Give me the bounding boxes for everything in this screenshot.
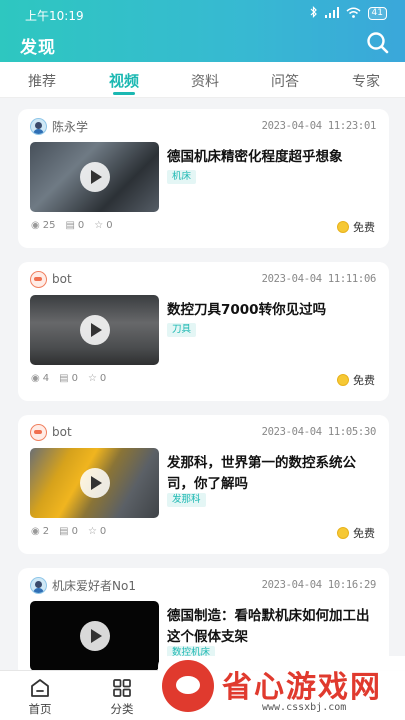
star-count: 0 <box>99 526 107 537</box>
video-thumbnail[interactable] <box>30 448 159 518</box>
eye-icon: ◉ <box>31 220 40 231</box>
star-icon: ☆ <box>94 220 104 231</box>
price-label: 免费 <box>353 527 375 540</box>
video-thumbnail[interactable] <box>30 142 159 212</box>
star-icon: ☆ <box>87 373 97 384</box>
video-thumbnail[interactable] <box>30 601 159 671</box>
watermark-logo <box>162 660 214 712</box>
tab-materials[interactable]: 资料 <box>175 71 235 91</box>
search-icon <box>367 32 389 54</box>
document-icon: ▤ <box>65 220 75 231</box>
video-card[interactable]: bot 2023-04-04 11:11:06 数控刀具7000转你见过吗 刀具… <box>18 262 389 401</box>
video-title[interactable]: 数控刀具7000转你见过吗 <box>167 300 379 321</box>
document-icon: ▤ <box>59 526 69 537</box>
play-icon <box>79 468 110 498</box>
signal-icon <box>324 6 339 21</box>
author-name: bot <box>52 272 72 286</box>
bot-avatar <box>30 423 47 441</box>
bot-avatar <box>30 270 47 288</box>
status-time: 上午10:19 <box>25 9 84 23</box>
view-count: 25 <box>42 220 56 231</box>
category-tabs: 推荐 视频 资料 问答 专家 <box>0 62 405 98</box>
author-name: bot <box>52 425 72 439</box>
card-author[interactable]: bot <box>30 270 72 288</box>
price-badge: 免费 <box>337 372 375 388</box>
star-icon: ☆ <box>87 526 97 537</box>
post-time: 2023-04-04 10:16:29 <box>261 579 377 591</box>
post-time: 2023-04-04 11:23:01 <box>261 120 377 132</box>
post-time: 2023-04-04 11:05:30 <box>261 426 377 438</box>
card-author[interactable]: 机床爱好者No1 <box>30 576 136 594</box>
view-count: 4 <box>42 373 50 384</box>
video-thumbnail[interactable] <box>30 295 159 365</box>
card-author[interactable]: bot <box>30 423 72 441</box>
tab-qa[interactable]: 问答 <box>255 71 315 91</box>
video-title[interactable]: 德国机床精密化程度超乎想象 <box>167 147 379 168</box>
active-tab-indicator <box>113 92 135 95</box>
doc-count: 0 <box>71 373 78 384</box>
person-avatar <box>30 117 47 135</box>
card-stats: ◉ 4 ▤ 0 ☆ 0 <box>31 373 106 384</box>
coin-icon <box>337 221 349 233</box>
status-bar: 上午10:19 41 <box>0 0 405 28</box>
wifi-icon <box>346 7 361 21</box>
grid-icon <box>113 679 131 697</box>
author-name: 机床爱好者No1 <box>52 578 136 593</box>
eye-icon: ◉ <box>31 373 40 384</box>
price-badge: 免费 <box>337 219 375 235</box>
video-card[interactable]: bot 2023-04-04 11:05:30 发那科，世界第一的数控系统公司，… <box>18 415 389 554</box>
doc-count: 0 <box>71 526 78 537</box>
star-count: 0 <box>99 373 107 384</box>
video-tag[interactable]: 发那科 <box>167 493 206 507</box>
bluetooth-icon <box>310 6 318 21</box>
play-icon <box>79 315 110 345</box>
tab-video[interactable]: 视频 <box>94 70 154 91</box>
author-name: 陈永学 <box>52 119 89 134</box>
price-badge: 免费 <box>337 525 375 541</box>
video-title[interactable]: 德国制造：看哈默机床如何加工出这个假体支架 <box>167 606 379 648</box>
app-header: 上午10:19 41 发现 <box>0 0 405 62</box>
play-icon <box>79 162 110 192</box>
nav-category-label: 分类 <box>110 702 134 716</box>
video-tag[interactable]: 刀具 <box>167 323 197 337</box>
card-stats: ◉ 25 ▤ 0 ☆ 0 <box>31 220 113 231</box>
page-title: 发现 <box>20 38 56 58</box>
video-card[interactable]: 陈永学 2023-04-04 11:23:01 德国机床精密化程度超乎想象 机床… <box>18 109 389 248</box>
post-time: 2023-04-04 11:11:06 <box>261 273 377 285</box>
document-icon: ▤ <box>59 373 69 384</box>
coin-icon <box>337 374 349 386</box>
search-button[interactable] <box>365 30 391 56</box>
coin-icon <box>337 527 349 539</box>
star-count: 0 <box>106 220 113 231</box>
video-title[interactable]: 发那科，世界第一的数控系统公司，你了解吗 <box>167 453 379 495</box>
nav-category[interactable]: 分类 <box>92 675 152 717</box>
watermark: 省心游戏网 www.cssxbj.com <box>158 656 405 720</box>
watermark-text: 省心游戏网 <box>222 670 382 705</box>
doc-count: 0 <box>77 220 85 231</box>
video-tag[interactable]: 机床 <box>167 170 197 184</box>
nav-home-label: 首页 <box>28 702 52 716</box>
home-icon <box>31 679 49 697</box>
battery-icon: 41 <box>367 7 387 20</box>
price-label: 免费 <box>353 221 375 234</box>
watermark-url: www.cssxbj.com <box>262 702 347 713</box>
status-icons: 41 <box>310 6 387 21</box>
person-avatar <box>30 576 47 594</box>
nav-home[interactable]: 首页 <box>10 675 70 717</box>
price-label: 免费 <box>353 374 375 387</box>
tab-recommend[interactable]: 推荐 <box>12 71 72 91</box>
eye-icon: ◉ <box>31 526 40 537</box>
play-icon <box>79 621 110 651</box>
view-count: 2 <box>42 526 50 537</box>
card-stats: ◉ 2 ▤ 0 ☆ 0 <box>31 526 106 537</box>
card-author[interactable]: 陈永学 <box>30 117 88 135</box>
tab-experts[interactable]: 专家 <box>336 71 396 91</box>
